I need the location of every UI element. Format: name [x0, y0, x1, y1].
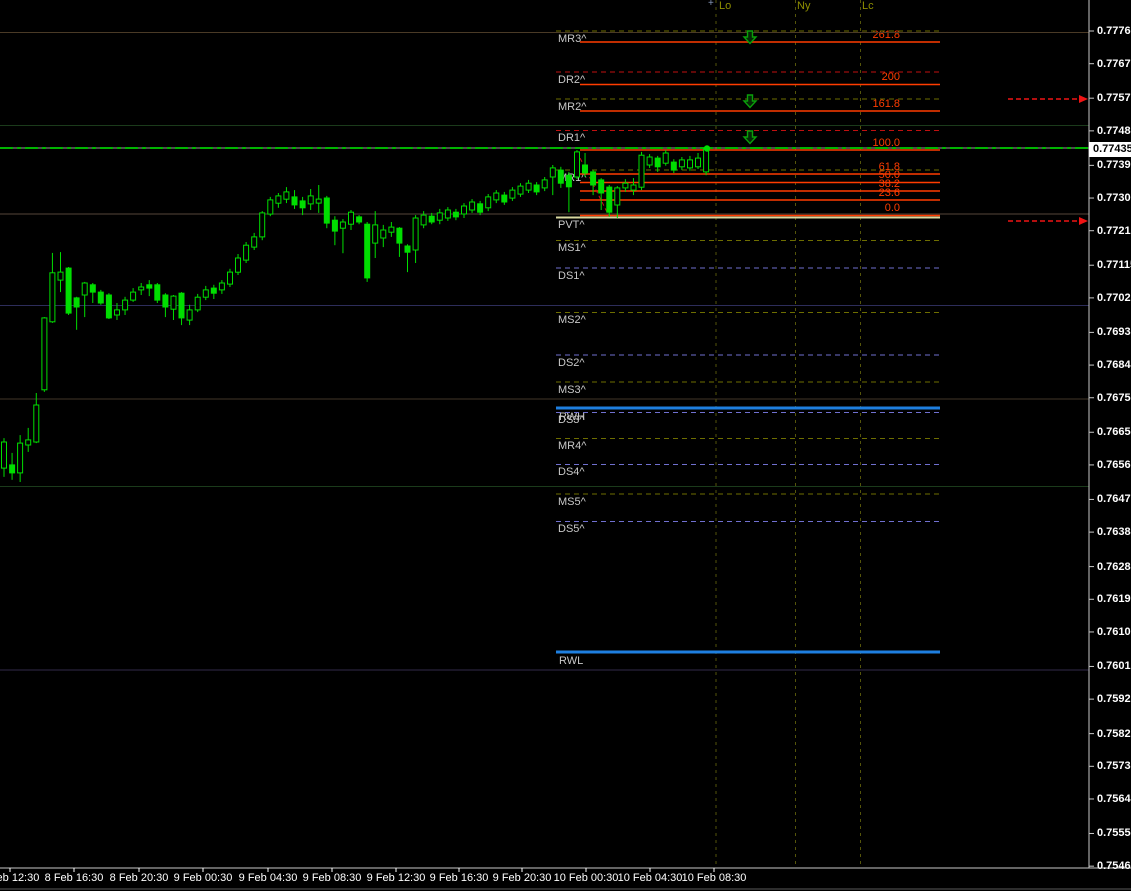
candle: [106, 293, 111, 319]
candle: [10, 453, 15, 480]
candle: [373, 211, 378, 258]
candle: [583, 153, 588, 177]
candle: [599, 178, 604, 210]
candle: [494, 190, 499, 203]
candle: [26, 428, 31, 452]
candle: [228, 269, 233, 287]
candle: [478, 201, 483, 215]
candle: [445, 207, 450, 221]
candle: [131, 288, 136, 302]
candle: [607, 185, 612, 217]
candle: [679, 157, 684, 170]
candle: [18, 435, 23, 482]
candle: [219, 280, 224, 294]
candle: [252, 233, 257, 250]
candle: [623, 179, 628, 192]
candle: [647, 154, 652, 168]
candle: [211, 285, 216, 299]
candle: [486, 194, 491, 211]
candle: [292, 190, 297, 209]
candle: [300, 197, 305, 215]
candle: [405, 244, 410, 272]
candle: [462, 203, 467, 218]
candle: [340, 219, 345, 253]
candle: [413, 215, 418, 263]
trading-chart-window: LoNyLc+MR3^DR2^MR2^DR1^MR1^PVT^MS1^DS1^M…: [0, 0, 1131, 891]
candle: [324, 196, 329, 228]
alert-arrow-head-icon: [1079, 95, 1088, 103]
candle: [663, 150, 668, 166]
candle: [66, 267, 71, 315]
candle: [357, 215, 362, 224]
candlestick-chart-plot[interactable]: [0, 0, 1131, 891]
candle: [381, 225, 386, 247]
candle: [526, 180, 531, 193]
candle: [437, 209, 442, 224]
candle: [155, 283, 160, 303]
candle: [187, 305, 192, 325]
candle: [550, 165, 555, 195]
candle: [502, 192, 507, 205]
candle: [510, 187, 515, 201]
candle: [42, 317, 47, 392]
candle: [203, 286, 208, 300]
candle: [90, 283, 95, 303]
candle: [236, 254, 241, 275]
candle: [58, 252, 63, 292]
sell-signal-arrow-icon: [744, 131, 756, 144]
candle: [34, 393, 39, 443]
candle: [566, 172, 571, 212]
candle: [558, 167, 563, 188]
candle: [244, 242, 249, 263]
alert-arrow-head-icon: [1079, 217, 1088, 225]
candle: [389, 222, 394, 237]
candle: [276, 193, 281, 208]
candle: [195, 294, 200, 312]
candle: [397, 227, 402, 257]
candle: [671, 159, 676, 173]
candle: [639, 152, 644, 190]
candle: [2, 438, 7, 477]
candle: [98, 290, 103, 305]
candle: [349, 210, 354, 230]
candle: [179, 292, 184, 325]
candle: [688, 156, 693, 171]
candle: [260, 211, 265, 240]
candle: [163, 293, 168, 317]
candle: [365, 222, 370, 282]
candle: [631, 178, 636, 195]
candle: [171, 295, 176, 320]
candle: [74, 297, 79, 330]
candle: [82, 282, 87, 317]
candle: [534, 182, 539, 195]
candle: [470, 199, 475, 213]
candle: [332, 216, 337, 245]
candle: [453, 209, 458, 220]
candle: [542, 177, 547, 191]
candle: [123, 297, 128, 315]
candle: [696, 153, 701, 169]
sell-signal-arrow-icon: [744, 95, 756, 108]
candle: [429, 213, 434, 224]
current-price-dot: [704, 145, 710, 151]
candle: [575, 150, 580, 179]
candle: [615, 186, 620, 218]
candle: [50, 253, 55, 323]
candle: [316, 185, 321, 213]
candle: [147, 280, 152, 296]
candle: [139, 283, 144, 295]
candle: [268, 197, 273, 216]
candle: [308, 189, 313, 210]
candle: [518, 183, 523, 197]
candle: [284, 187, 289, 203]
